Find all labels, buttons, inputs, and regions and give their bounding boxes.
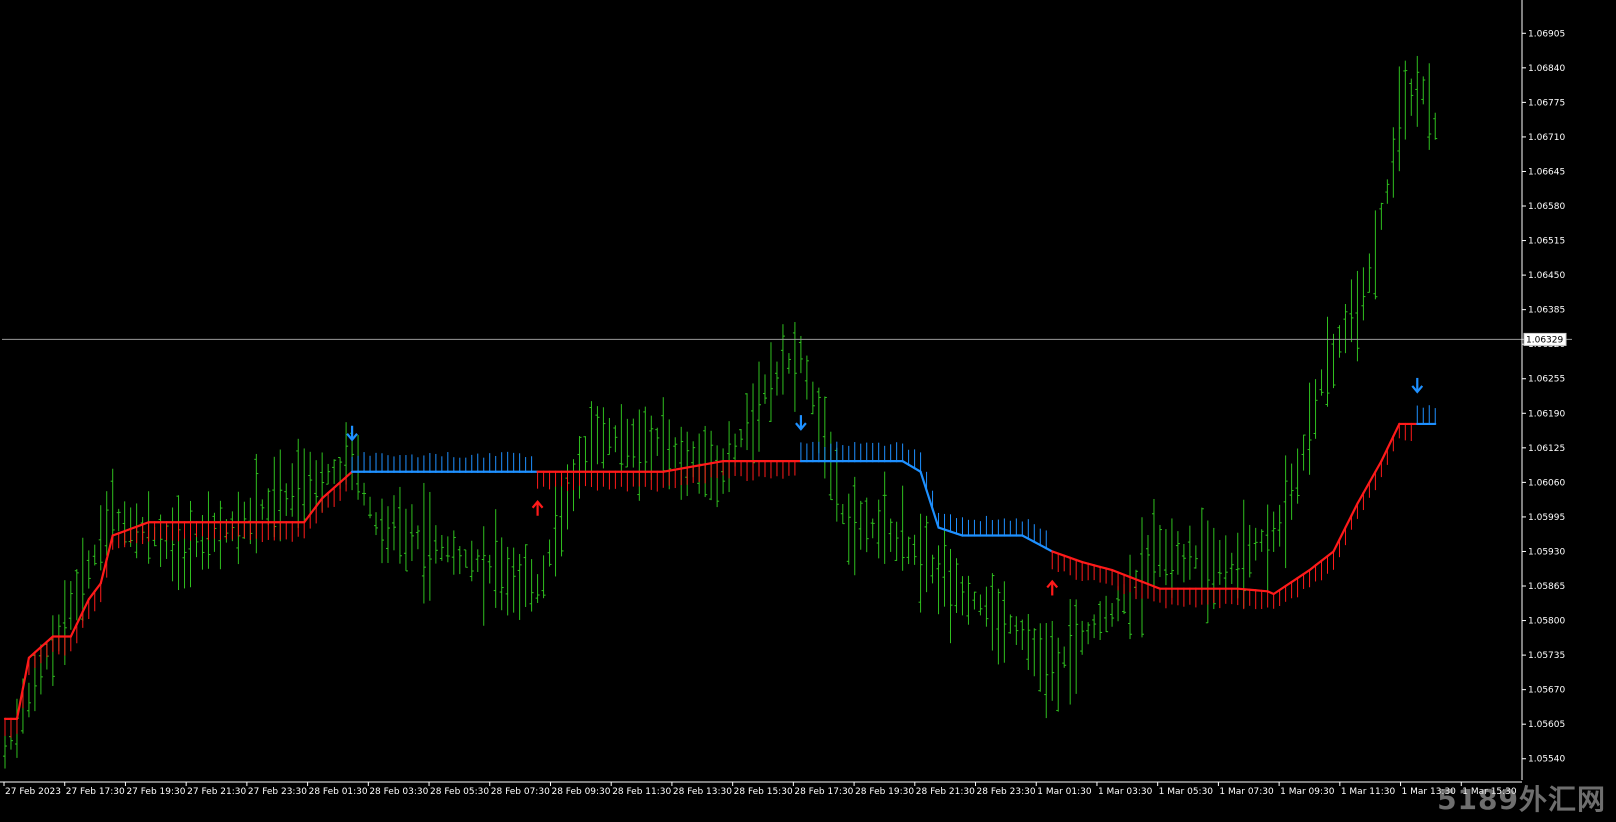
price-tick-label: 1.06255 — [1528, 375, 1565, 385]
time-tick-label: 28 Feb 01:30 — [309, 787, 368, 797]
price-tick-label: 1.06125 — [1528, 444, 1565, 454]
price-tick-label: 1.05800 — [1528, 617, 1565, 627]
price-tick-label: 1.06775 — [1528, 98, 1565, 108]
price-tick-label: 1.05865 — [1528, 582, 1565, 592]
current-price-label: 1.06329 — [1526, 335, 1563, 345]
watermark-logo: 5189外汇网 — [1437, 783, 1606, 816]
price-tick-label: 1.06905 — [1528, 29, 1565, 39]
time-tick-label: 27 Feb 23:30 — [248, 787, 307, 797]
time-tick-label: 28 Feb 23:30 — [977, 787, 1036, 797]
time-tick-label: 1 Mar 05:30 — [1159, 787, 1214, 797]
time-tick-label: 1 Mar 11:30 — [1341, 787, 1396, 797]
price-tick-label: 1.05670 — [1528, 686, 1565, 696]
price-tick-label: 1.06580 — [1528, 202, 1565, 212]
price-chart[interactable]: 1.06905 1.06840 1.06775 1.06710 1.06645 1.065… — [0, 0, 1616, 822]
price-tick-label: 1.06645 — [1528, 167, 1565, 177]
price-tick-label: 1.06450 — [1528, 271, 1565, 281]
price-tick-label: 1.06190 — [1528, 409, 1565, 419]
time-tick-label: 28 Feb 13:30 — [673, 787, 732, 797]
price-tick-label: 1.06840 — [1528, 64, 1565, 74]
time-tick-label: 28 Feb 03:30 — [369, 787, 428, 797]
price-tick-label: 1.06710 — [1528, 133, 1565, 143]
time-tick-label: 28 Feb 09:30 — [551, 787, 610, 797]
current-price-tag: 1.06329 — [1523, 332, 1567, 346]
chart-background — [0, 0, 1616, 822]
time-tick-label: 28 Feb 21:30 — [916, 787, 975, 797]
time-tick-label: 1 Mar 03:30 — [1098, 787, 1153, 797]
price-tick-label: 1.06060 — [1528, 478, 1565, 488]
time-tick-label: 27 Feb 21:30 — [187, 787, 246, 797]
time-tick-label: 28 Feb 07:30 — [491, 787, 550, 797]
time-tick-label: 27 Feb 17:30 — [66, 787, 125, 797]
price-tick-label: 1.06385 — [1528, 306, 1565, 316]
time-tick-label: 27 Feb 19:30 — [126, 787, 185, 797]
price-tick-label: 1.05605 — [1528, 720, 1565, 730]
time-tick-label: 27 Feb 2023 — [5, 787, 61, 797]
time-tick-label: 28 Feb 19:30 — [855, 787, 914, 797]
time-tick-label: 28 Feb 05:30 — [430, 787, 489, 797]
time-tick-label: 28 Feb 11:30 — [612, 787, 671, 797]
price-tick-label: 1.05540 — [1528, 755, 1565, 765]
price-tick-label: 1.05735 — [1528, 651, 1565, 661]
time-tick-label: 1 Mar 07:30 — [1219, 787, 1274, 797]
time-tick-label: 1 Mar 01:30 — [1037, 787, 1092, 797]
time-tick-label: 1 Mar 09:30 — [1280, 787, 1335, 797]
time-tick-label: 28 Feb 17:30 — [794, 787, 853, 797]
price-tick-label: 1.05930 — [1528, 547, 1565, 557]
time-tick-label: 28 Feb 15:30 — [734, 787, 793, 797]
price-tick-label: 1.06515 — [1528, 237, 1565, 247]
price-tick-label: 1.05995 — [1528, 513, 1565, 523]
